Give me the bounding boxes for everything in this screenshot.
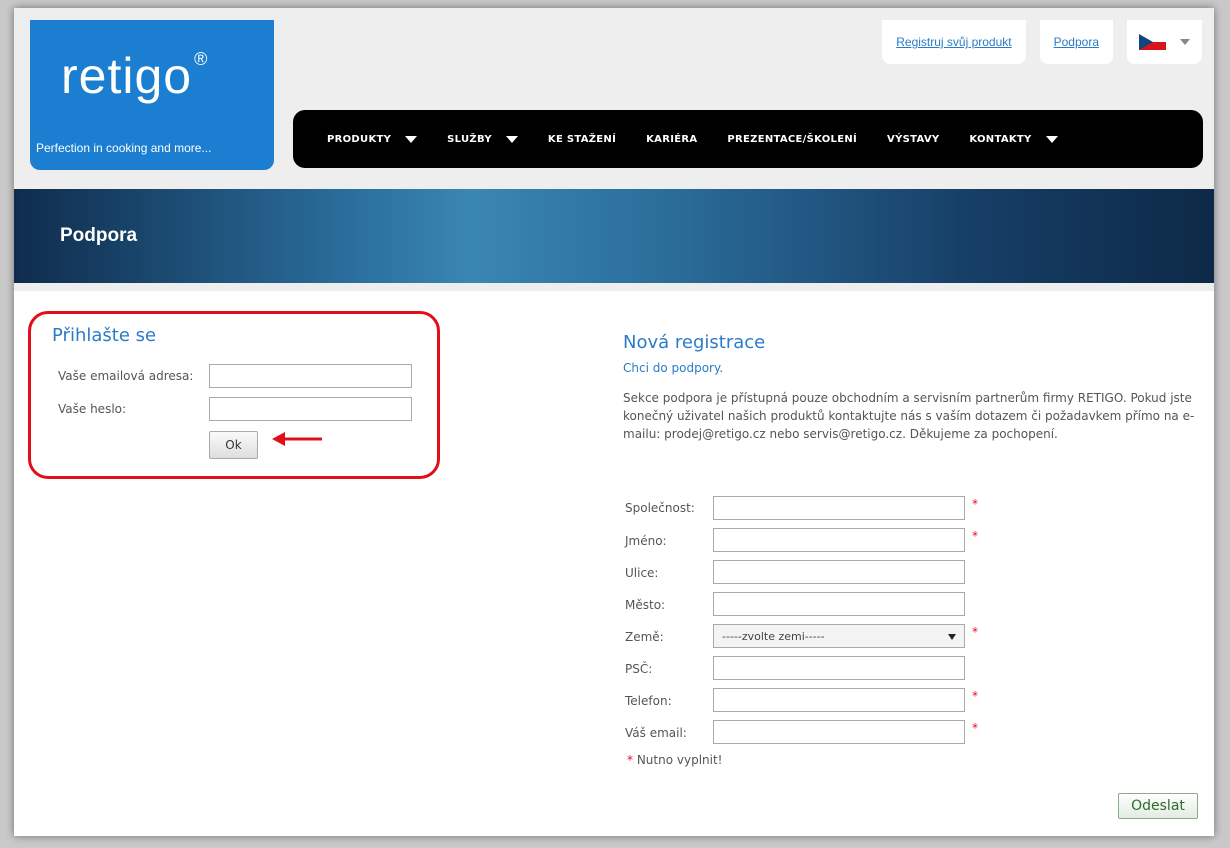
city-label: Město: — [625, 598, 666, 612]
required-marker: * — [972, 721, 978, 735]
submit-registration-button[interactable]: Odeslat — [1118, 793, 1198, 819]
registration-subtitle: Chci do podpory. — [623, 361, 724, 375]
nav-item-vystavy[interactable]: VÝSTAVY — [887, 134, 939, 145]
dropdown-caret-icon — [405, 135, 418, 143]
registration-description: Sekce podpora je přístupná pouze obchodn… — [623, 391, 1195, 441]
support-link[interactable]: Podpora — [1039, 20, 1113, 64]
name-input[interactable] — [713, 528, 965, 552]
nav-item-produkty[interactable]: PRODUKTY — [327, 134, 418, 145]
required-marker: * — [972, 529, 978, 543]
nav-item-prezentace-skoleni[interactable]: PREZENTACE/ŠKOLENÍ — [727, 134, 857, 145]
email-label: Vaše emailová adresa: — [58, 369, 194, 383]
phone-label: Telefon: — [625, 694, 672, 708]
email-reg-label: Váš email: — [625, 726, 687, 740]
dropdown-caret-icon — [1045, 135, 1058, 143]
top-links: Registruj svůj produkt Podpora — [882, 20, 1202, 64]
zip-label: PSČ: — [625, 662, 653, 676]
browser-page: retigo ® Perfection in cooking and more..… — [14, 8, 1214, 836]
language-selector[interactable] — [1127, 20, 1202, 64]
page-banner: Podpora — [14, 189, 1214, 283]
logo-tagline: Perfection in cooking and more... — [36, 141, 212, 155]
required-note: * Nutno vyplnit! — [627, 753, 723, 767]
nav-item-sluzby[interactable]: SLUŽBY — [447, 134, 518, 145]
city-input[interactable] — [713, 592, 965, 616]
registration-email-input[interactable] — [713, 720, 965, 744]
phone-input[interactable] — [713, 688, 965, 712]
name-label: Jméno: — [625, 534, 667, 548]
czech-flag-icon — [1139, 34, 1166, 50]
required-marker: * — [972, 497, 978, 511]
street-input[interactable] — [713, 560, 965, 584]
main-nav: PRODUKTY SLUŽBY KE STAŽENÍ KARIÉRA PREZE… — [293, 110, 1203, 168]
street-label: Ulice: — [625, 566, 659, 580]
zip-input[interactable] — [713, 656, 965, 680]
login-ok-button[interactable]: Ok — [209, 431, 258, 459]
nav-item-kontakty[interactable]: KONTAKTY — [969, 134, 1058, 145]
required-marker: * — [972, 625, 978, 639]
registration-title: Nová registrace — [623, 332, 766, 353]
country-label: Země: — [625, 630, 664, 644]
login-password-input[interactable] — [209, 397, 412, 421]
dropdown-caret-icon — [505, 135, 518, 143]
retigo-logo[interactable]: retigo ® Perfection in cooking and more..… — [30, 20, 274, 170]
login-title: Přihlašte se — [52, 325, 157, 346]
arrow-left-icon — [272, 432, 322, 446]
nav-item-kariera[interactable]: KARIÉRA — [646, 134, 697, 145]
chevron-down-icon — [1180, 39, 1190, 45]
select-arrow-icon — [948, 634, 956, 640]
login-email-input[interactable] — [209, 364, 412, 388]
password-label: Vaše heslo: — [58, 402, 127, 416]
required-marker: * — [972, 689, 978, 703]
country-select[interactable]: -----zvolte zemi----- — [713, 624, 965, 648]
company-input[interactable] — [713, 496, 965, 520]
page-title: Podpora — [60, 225, 138, 246]
company-label: Společnost: — [625, 501, 695, 515]
main-content: Přihlašte se Vaše emailová adresa: Vaše … — [14, 291, 1214, 836]
logo-wordmark: retigo ® — [61, 48, 209, 104]
register-product-link[interactable]: Registruj svůj produkt — [882, 20, 1026, 64]
nav-item-ke-stazeni[interactable]: KE STAŽENÍ — [548, 134, 616, 145]
